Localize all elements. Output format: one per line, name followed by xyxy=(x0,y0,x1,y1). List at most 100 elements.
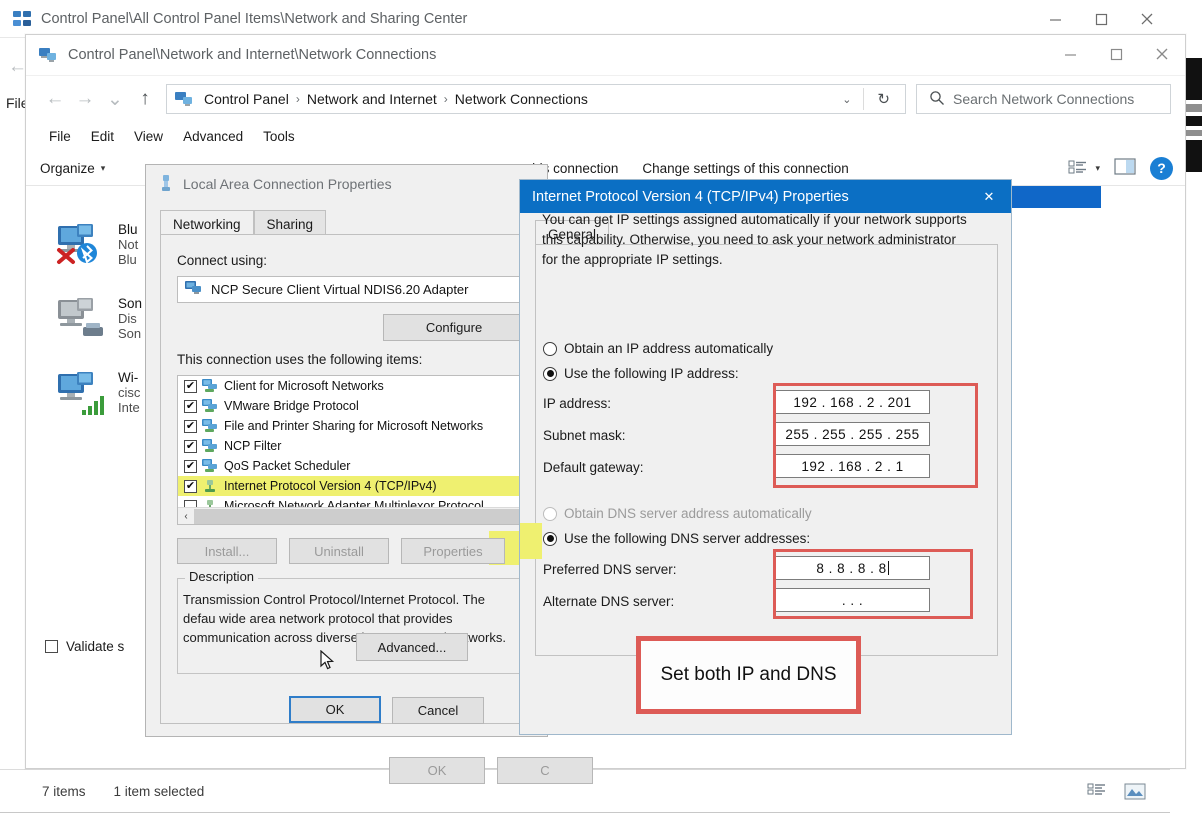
chevron-down-icon: ▾ xyxy=(1095,162,1100,173)
change-settings-link[interactable]: Change settings of this connection xyxy=(642,161,848,176)
radio-use-following-dns[interactable]: Use the following DNS server addresses: xyxy=(543,531,810,546)
list-item-label: Internet Protocol Version 4 (TCP/IPv4) xyxy=(224,479,437,493)
help-icon[interactable]: ? xyxy=(1150,156,1173,180)
protocol-icon xyxy=(202,398,219,414)
install-button[interactable]: Install... xyxy=(177,538,277,564)
checkbox-unchecked-icon[interactable] xyxy=(45,640,58,653)
back-window-titlebar: Control Panel\All Control Panel Items\Ne… xyxy=(0,0,1170,38)
back-button[interactable]: ← xyxy=(40,84,70,114)
view-options-button[interactable]: ▾ xyxy=(1068,159,1100,177)
organize-button[interactable]: Organize ▾ xyxy=(40,161,105,176)
ipv4-dialog-title: Internet Protocol Version 4 (TCP/IPv4) P… xyxy=(532,188,849,205)
list-item-name: Son xyxy=(118,296,143,311)
checkbox-checked-icon[interactable]: ✔ xyxy=(184,379,197,393)
breadcrumb-network-and-internet[interactable]: Network and Internet xyxy=(302,91,442,107)
annotation-callout: Set both IP and DNS xyxy=(636,636,861,714)
up-button[interactable]: ↑ xyxy=(130,84,160,114)
list-item-text: Blu Not Blu xyxy=(118,222,138,267)
radio-obtain-ip-automatically[interactable]: Obtain an IP address automatically xyxy=(543,341,773,356)
checkbox-checked-icon[interactable]: ✔ xyxy=(184,479,197,493)
list-item-status: Dis xyxy=(118,311,137,326)
list-item-ipv4[interactable]: ✔ Internet Protocol Version 4 (TCP/IPv4) xyxy=(178,476,524,496)
list-item-label: NCP Filter xyxy=(224,439,282,453)
lan-connection-properties-dialog: Local Area Connection Properties Network… xyxy=(145,164,593,784)
validate-settings-checkbox-row[interactable]: Validate s xyxy=(45,639,124,654)
details-view-icon[interactable] xyxy=(1084,779,1110,803)
properties-button[interactable]: Properties xyxy=(401,538,505,564)
maximize-icon[interactable] xyxy=(1078,0,1124,38)
network-items-list[interactable]: ✔ Client for Microsoft Networks ✔ VMware… xyxy=(177,375,525,525)
radio-icon[interactable] xyxy=(543,506,557,521)
address-bar-row: ← → ⌄ ↑ Control Panel › Network and Inte… xyxy=(26,76,1185,122)
list-item[interactable]: ✔ Client for Microsoft Networks xyxy=(178,376,524,396)
configure-button[interactable]: Configure xyxy=(383,314,525,341)
checkbox-checked-icon[interactable]: ✔ xyxy=(184,399,197,413)
explorer-window-controls xyxy=(1047,35,1185,73)
lan-ok-button[interactable]: OK xyxy=(389,757,485,784)
ipv4-intro-text: You can get IP settings assigned automat… xyxy=(542,212,967,267)
list-item[interactable]: Blu Not Blu xyxy=(54,222,138,274)
wifi-network-icon xyxy=(54,370,110,422)
list-item[interactable]: ✔ QoS Packet Scheduler xyxy=(178,456,524,476)
list-item[interactable]: ✔ File and Printer Sharing for Microsoft… xyxy=(178,416,524,436)
status-item-count: 7 items xyxy=(42,783,86,799)
chevron-down-icon[interactable]: ⌄ xyxy=(830,93,863,106)
menu-advanced[interactable]: Advanced xyxy=(174,126,252,147)
address-bar[interactable]: Control Panel › Network and Internet › N… xyxy=(166,84,906,114)
search-placeholder: Search Network Connections xyxy=(953,91,1135,107)
checkbox-checked-icon[interactable]: ✔ xyxy=(184,459,197,473)
refresh-icon[interactable]: ↻ xyxy=(864,90,903,108)
list-item[interactable]: Son Dis Son xyxy=(54,296,142,348)
search-icon xyxy=(929,90,945,109)
list-item[interactable]: Wi- cisc Inte xyxy=(54,370,140,422)
ipv4-cancel-button[interactable]: Cancel xyxy=(392,697,484,724)
items-list-label: This connection uses the following items… xyxy=(177,352,423,367)
breadcrumb-control-panel[interactable]: Control Panel xyxy=(199,91,294,107)
explorer-titlebar: Control Panel\Network and Internet\Netwo… xyxy=(26,35,1185,76)
network-connections-icon xyxy=(38,45,58,65)
list-item[interactable]: ✔ NCP Filter xyxy=(178,436,524,456)
radio-icon[interactable] xyxy=(543,341,557,356)
breadcrumb-network-connections[interactable]: Network Connections xyxy=(450,91,593,107)
radio-selected-icon[interactable] xyxy=(543,531,557,546)
forward-button[interactable]: → xyxy=(70,84,100,114)
lan-networking-panel: Connect using: NCP Secure Client Virtual… xyxy=(160,234,593,784)
chevron-down-icon: ▾ xyxy=(100,162,106,173)
minimize-icon[interactable] xyxy=(1032,0,1078,38)
back-window-title: Control Panel\All Control Panel Items\Ne… xyxy=(41,10,468,27)
close-icon[interactable] xyxy=(1139,35,1185,73)
uninstall-button[interactable]: Uninstall xyxy=(289,538,389,564)
minimize-icon[interactable] xyxy=(1047,35,1093,73)
radio-obtain-dns-automatically[interactable]: Obtain DNS server address automatically xyxy=(543,506,812,521)
checkbox-checked-icon[interactable]: ✔ xyxy=(184,439,197,453)
preview-pane-icon[interactable] xyxy=(1114,157,1136,179)
view-list-icon xyxy=(1068,160,1087,174)
menu-view[interactable]: View xyxy=(125,126,172,147)
close-icon[interactable] xyxy=(1124,0,1170,38)
radio-selected-icon[interactable] xyxy=(543,366,557,381)
list-item[interactable]: ✔ VMware Bridge Protocol xyxy=(178,396,524,416)
search-input[interactable]: Search Network Connections xyxy=(916,84,1171,114)
checkbox-checked-icon[interactable]: ✔ xyxy=(184,419,197,433)
lan-dialog-title: Local Area Connection Properties xyxy=(183,176,392,192)
alternate-dns-label: Alternate DNS server: xyxy=(543,594,675,609)
menu-edit[interactable]: Edit xyxy=(82,126,123,147)
close-icon[interactable]: ✕ xyxy=(967,180,1011,213)
mouse-cursor-icon xyxy=(320,649,335,674)
file-sharing-icon xyxy=(202,418,219,434)
dns-radio-highlight xyxy=(520,523,542,559)
scrollbar-thumb[interactable] xyxy=(194,508,524,524)
scroll-left-arrow-icon[interactable]: ‹ xyxy=(178,511,194,522)
lan-cancel-button[interactable]: C xyxy=(497,757,593,784)
menu-tools[interactable]: Tools xyxy=(254,126,304,147)
list-item-label: File and Printer Sharing for Microsoft N… xyxy=(224,419,484,433)
ipv4-ok-button[interactable]: OK xyxy=(289,696,381,723)
maximize-icon[interactable] xyxy=(1093,35,1139,73)
items-horizontal-scrollbar[interactable]: ‹ xyxy=(178,507,524,524)
advanced-button[interactable]: Advanced... xyxy=(356,633,468,661)
menu-file[interactable]: File xyxy=(40,126,80,147)
recent-locations-button[interactable]: ⌄ xyxy=(100,84,130,114)
large-icons-view-icon[interactable] xyxy=(1122,779,1148,803)
ipv4-dialog-titlebar: Internet Protocol Version 4 (TCP/IPv4) P… xyxy=(520,180,1011,213)
radio-use-following-ip[interactable]: Use the following IP address: xyxy=(543,366,739,381)
